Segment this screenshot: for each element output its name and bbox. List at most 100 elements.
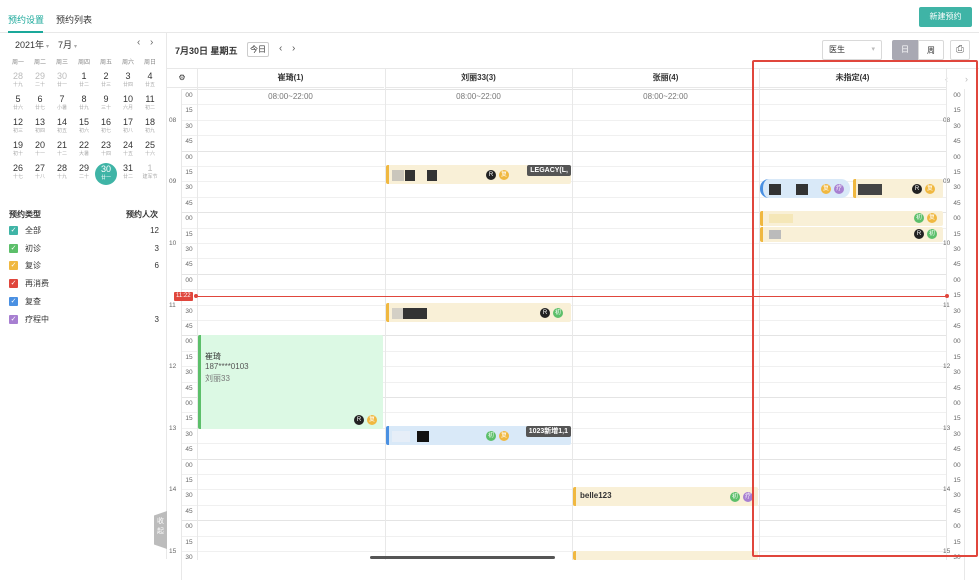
week-view-button[interactable]: 周 (918, 40, 944, 60)
calendar-day[interactable]: 28 十九 (7, 71, 29, 89)
calendar-day[interactable]: 17 初八 (117, 117, 139, 135)
calendar-day[interactable]: 9 三十 (95, 94, 117, 112)
day-number: 19 (12, 140, 23, 150)
lunar-date: 廿五 (144, 82, 155, 88)
calendar-day[interactable]: 25 十六 (139, 140, 161, 158)
legend-count: 3 (154, 243, 159, 253)
calendar-day[interactable]: 18 初九 (139, 117, 161, 135)
calendar-day[interactable]: 13 初四 (29, 117, 51, 135)
calendar-day[interactable]: 30 廿一 (51, 71, 73, 89)
lunar-date: 初十 (12, 151, 23, 157)
calendar-day[interactable]: 8 廿九 (73, 94, 95, 112)
printer-icon[interactable]: ⎙ (950, 40, 970, 60)
first-visit-icon: 初 (730, 492, 740, 502)
lunar-date: 廿六 (12, 105, 23, 111)
month-select[interactable]: 7月 ▾ (58, 38, 77, 51)
calendar-day[interactable]: 12 初三 (7, 117, 29, 135)
prev-day-icon[interactable]: ‹ (279, 43, 282, 54)
calendar-day[interactable]: 16 初七 (95, 117, 117, 135)
legend-item[interactable]: ✓ 再消费 (9, 278, 159, 290)
lunar-date: 廿三 (100, 82, 111, 88)
calendar-day[interactable]: 21 十二 (51, 140, 73, 158)
minute-label: 15 (185, 538, 193, 546)
current-date-title: 7月30日 星期五 (175, 46, 238, 56)
checkbox-icon[interactable]: ✓ (9, 296, 18, 306)
calendar-day[interactable]: 5 廿六 (7, 94, 29, 112)
calendar-day-selected[interactable]: 30 廿一 (95, 163, 117, 185)
legend-item[interactable]: ✓ 复查 (9, 296, 159, 308)
calendar-day[interactable]: 6 廿七 (29, 94, 51, 112)
calendar-day[interactable]: 4 廿五 (139, 71, 161, 89)
appointment-block[interactable]: R 复 LEGACY(L, (386, 165, 571, 184)
calendar-day[interactable]: 23 十四 (95, 140, 117, 158)
appointment-block[interactable]: 初 复 1023新增1,1 (386, 426, 571, 445)
legend-label: 复诊 (25, 261, 41, 271)
calendar-day[interactable]: 29 二十 (73, 163, 95, 181)
calendar-day[interactable]: 1 建军节 (139, 163, 161, 181)
calendar-day[interactable]: 31 廿二 (117, 163, 139, 181)
day-number: 5 (15, 94, 21, 104)
new-appointment-button[interactable]: 新建预约 (919, 7, 972, 27)
checkbox-icon[interactable]: ✓ (9, 314, 18, 324)
hour-label: 09 (169, 178, 177, 186)
calendar-day[interactable]: 28 十九 (51, 163, 73, 181)
calendar-day[interactable]: 2 廿三 (95, 71, 117, 89)
prev-month-icon[interactable]: ‹ (137, 37, 140, 48)
calendar-day[interactable]: 7 小暑 (51, 94, 73, 112)
legend-item[interactable]: ✓ 疗程中 3 (9, 314, 159, 326)
hour-label: 11 (169, 301, 176, 309)
minute-label: 15 (185, 169, 193, 176)
calendar-day[interactable]: 14 初五 (51, 117, 73, 135)
calendar-day[interactable]: 27 十八 (29, 163, 51, 181)
collapse-sidebar-button[interactable]: 收起 (154, 511, 167, 549)
doctor-select[interactable]: 医生 ▾ (822, 40, 882, 60)
tab-appointment-list[interactable]: 预约列表 (56, 13, 92, 26)
column-header-liuli33: 刘丽33(3) (385, 69, 572, 88)
first-visit-icon: 初 (553, 308, 563, 318)
day-number: 28 (56, 163, 67, 173)
legend-item[interactable]: ✓ 复诊 6 (9, 260, 159, 272)
calendar-day[interactable]: 29 二十 (29, 71, 51, 89)
hour-label: 14 (169, 486, 177, 494)
tab-appointment-settings[interactable]: 预约设置 (8, 13, 44, 26)
lunar-date: 三十 (100, 105, 111, 111)
calendar-day[interactable]: 10 六月 (117, 94, 139, 112)
calendar-day[interactable]: 11 初二 (139, 94, 161, 112)
redacted-name (392, 170, 404, 181)
day-number: 7 (59, 94, 65, 104)
lunar-date: 二十 (78, 174, 89, 180)
today-button[interactable]: 今日 (247, 42, 269, 57)
appointment-block[interactable]: belle123 初 疗 (573, 487, 758, 506)
lunar-date: 初八 (122, 128, 133, 134)
day-number: 30 (100, 164, 111, 174)
calendar-day[interactable]: 3 廿四 (117, 71, 139, 89)
calendar-day[interactable]: 22 大暑 (73, 140, 95, 158)
day-view-button[interactable]: 日 (892, 40, 918, 60)
legend-item[interactable]: ✓ 全部 12 (9, 225, 159, 237)
legend-item[interactable]: ✓ 初诊 3 (9, 243, 159, 255)
checkbox-icon[interactable]: ✓ (9, 261, 18, 271)
calendar-day[interactable]: 26 十七 (7, 163, 29, 181)
appointment-block[interactable]: R 初 (386, 303, 571, 322)
day-number: 31 (122, 163, 133, 173)
lunar-date: 初七 (100, 128, 111, 134)
minute-label: 15 (185, 415, 193, 423)
checkbox-icon[interactable]: ✓ (9, 226, 18, 235)
calendar-day[interactable]: 24 十五 (117, 140, 139, 158)
minute-label: 30 (185, 246, 193, 253)
next-day-icon[interactable]: › (292, 43, 295, 54)
calendar-day[interactable]: 19 初十 (7, 140, 29, 158)
settings-gear-icon[interactable]: ⚙ (167, 69, 197, 88)
appointment-card-cuiqi[interactable]: 崔琦 187****0103 刘丽33 R 复 (198, 335, 383, 429)
calendar-day[interactable]: 15 初六 (73, 117, 95, 135)
minute-label: 00 (185, 400, 193, 407)
calendar-day[interactable]: 20 十一 (29, 140, 51, 158)
next-month-icon[interactable]: › (150, 37, 153, 48)
year-select[interactable]: 2021年 ▾ (15, 38, 49, 51)
column-header-cuiqi: 崔琦(1) (197, 69, 384, 88)
checkbox-icon[interactable]: ✓ (9, 279, 18, 289)
lunar-date: 十七 (12, 174, 23, 180)
calendar-day[interactable]: 1 廿二 (73, 71, 95, 89)
appointment-tag: 1023新增1,1 (525, 426, 571, 437)
checkbox-icon[interactable]: ✓ (9, 243, 18, 253)
